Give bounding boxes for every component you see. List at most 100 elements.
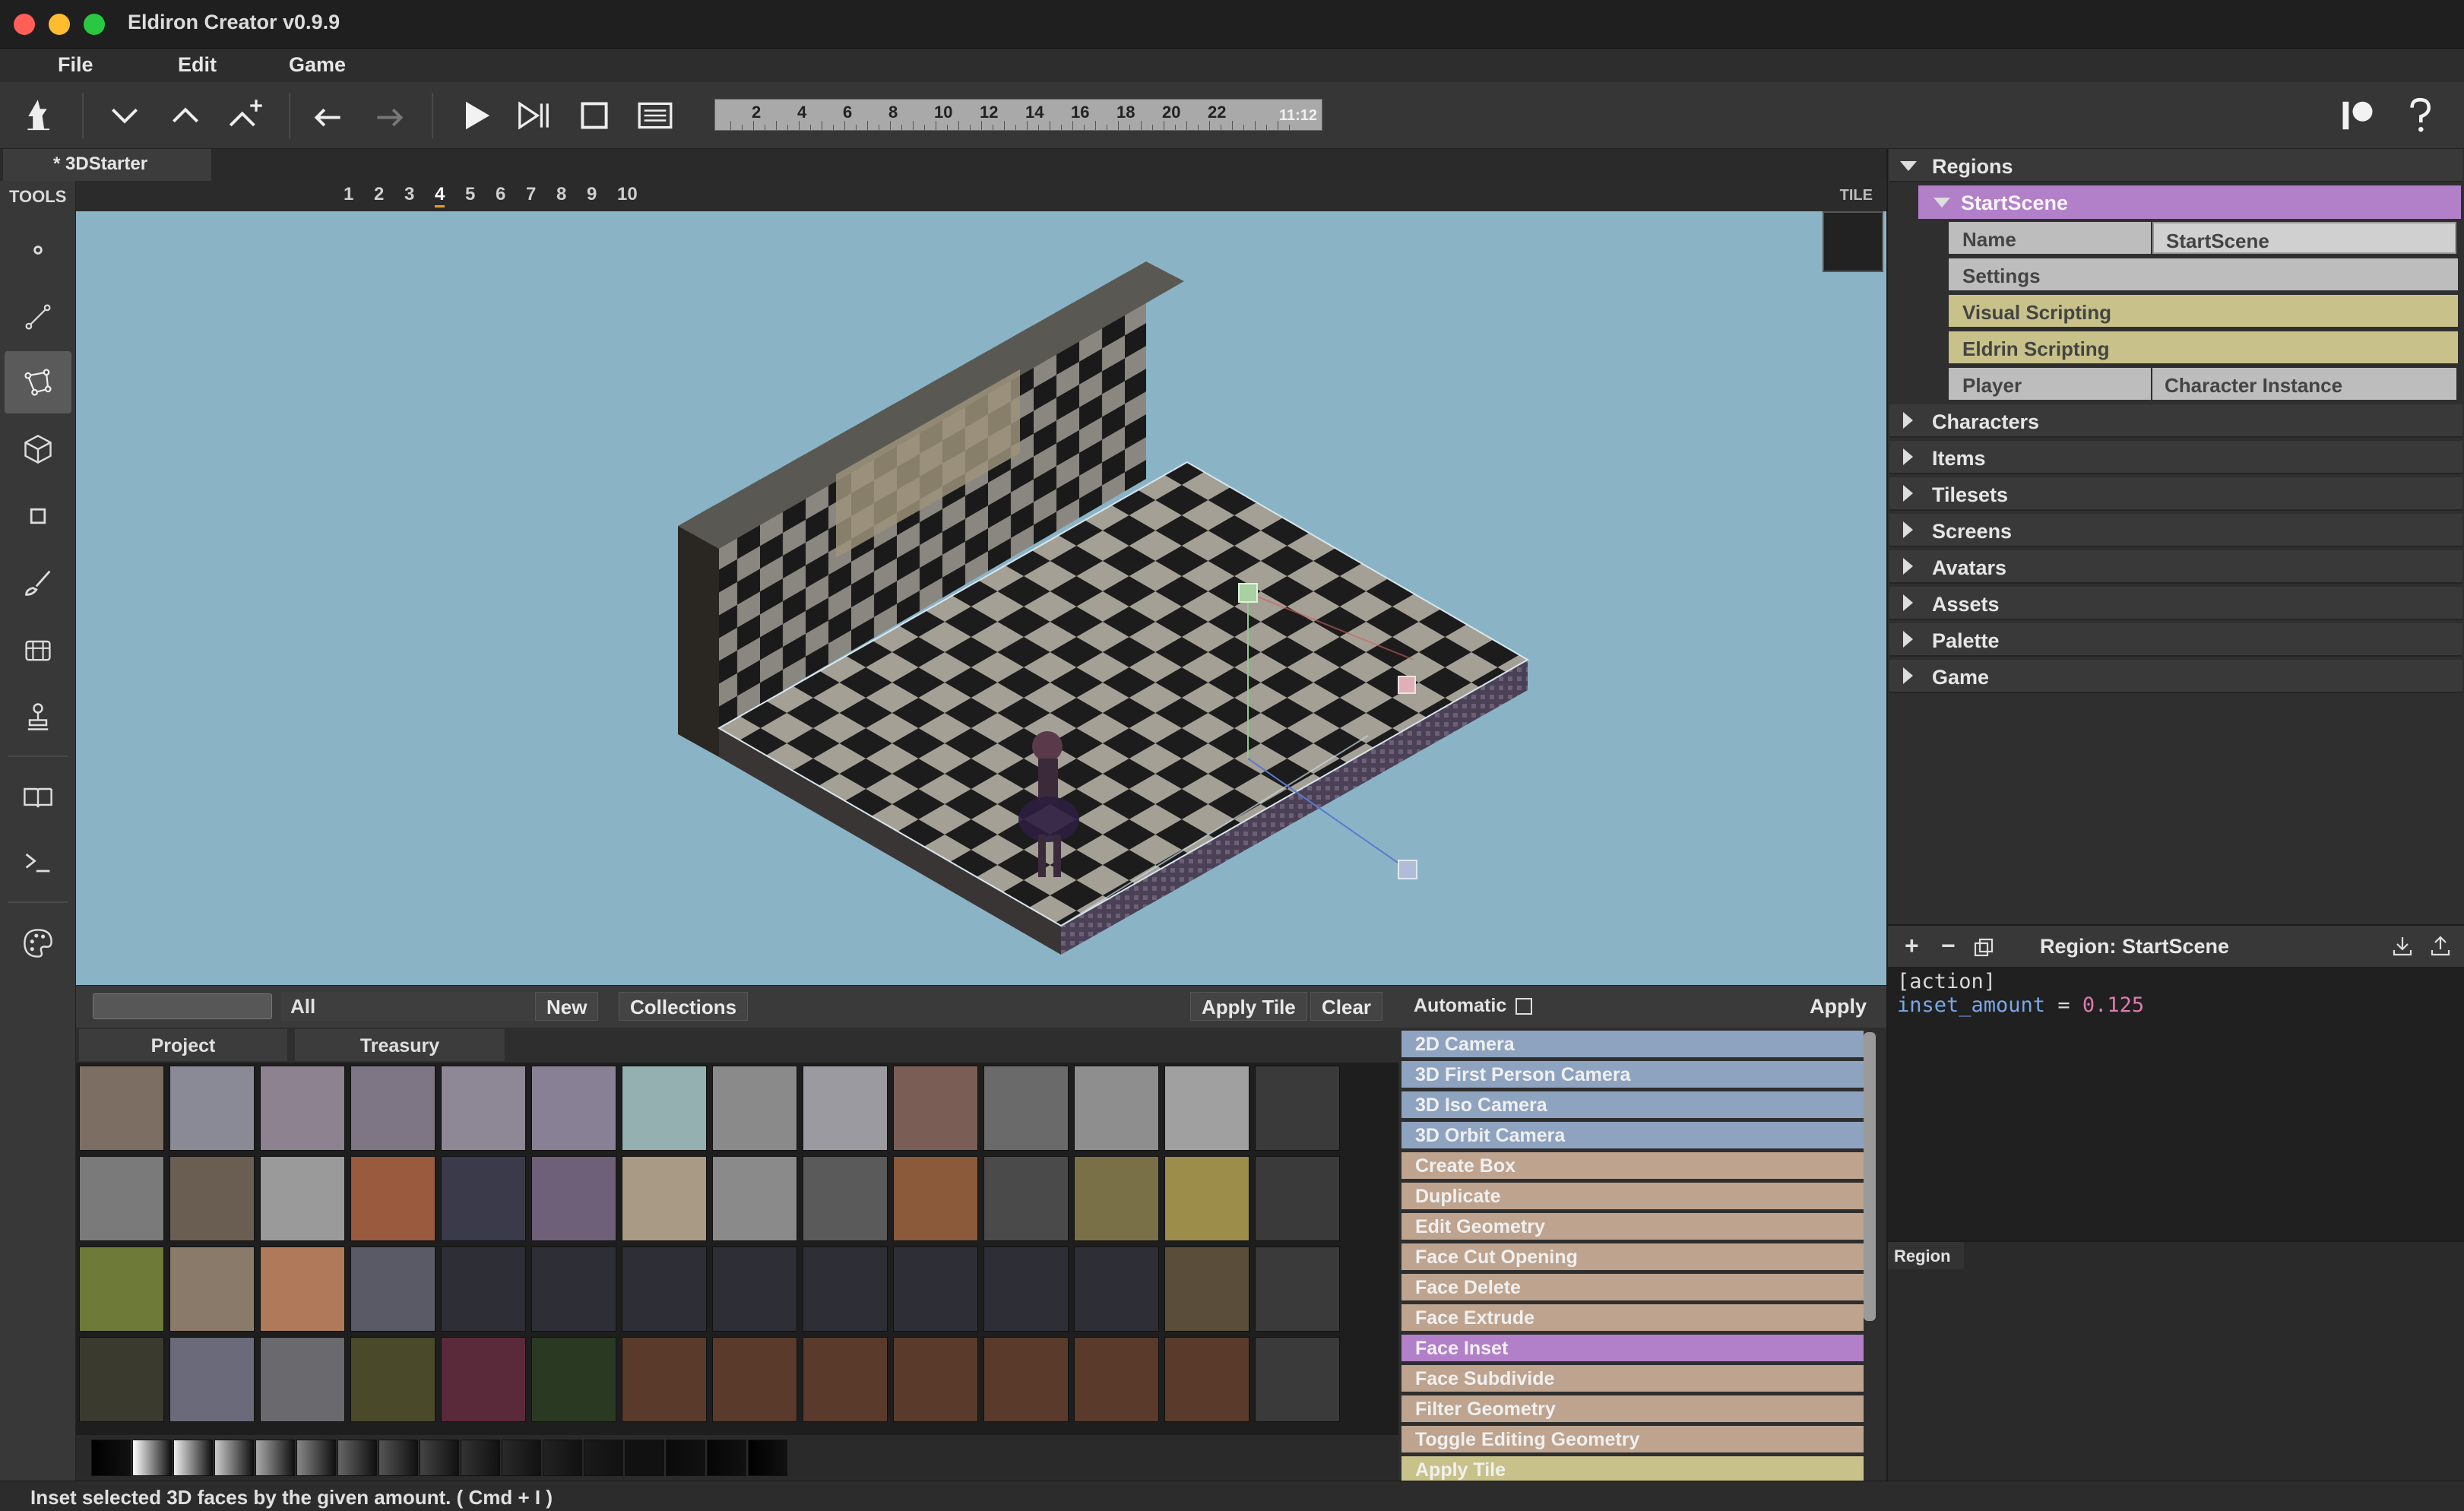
tile-thumbnail[interactable] [260, 1066, 345, 1151]
tile-thumbnail[interactable] [531, 1337, 616, 1422]
tile-thumbnail[interactable] [79, 1337, 164, 1422]
property-value[interactable]: Character Instance [2152, 368, 2456, 400]
action-face-extrude[interactable]: Face Extrude [1401, 1304, 1864, 1332]
gizmo-handle-z[interactable] [1398, 860, 1417, 879]
palette-swatch[interactable] [173, 1440, 213, 1476]
tile-thumbnail[interactable] [622, 1246, 707, 1332]
tile-thumbnail[interactable] [260, 1246, 345, 1332]
tile-thumbnail[interactable] [350, 1246, 435, 1332]
palette-swatch[interactable] [584, 1440, 623, 1476]
tree-region-startscene[interactable]: StartScene [1918, 185, 2461, 219]
patreon-icon[interactable] [2333, 91, 2382, 140]
tile-thumbnail[interactable] [350, 1066, 435, 1151]
action-3d-orbit-camera[interactable]: 3D Orbit Camera [1401, 1122, 1864, 1149]
tile-thumbnail[interactable] [441, 1066, 526, 1151]
tree-regions[interactable]: Regions [1889, 149, 2462, 182]
book-tool-button[interactable] [5, 766, 71, 828]
palette-swatch[interactable] [337, 1440, 377, 1476]
tile-thumbnail[interactable] [1074, 1066, 1159, 1151]
import-icon[interactable] [2391, 935, 2414, 964]
tile-thumbnail[interactable] [1164, 1156, 1249, 1241]
tile-thumbnail[interactable] [531, 1246, 616, 1332]
palette-swatch[interactable] [420, 1440, 459, 1476]
action-face-delete[interactable]: Face Delete [1401, 1274, 1864, 1301]
tile-thumbnail[interactable] [983, 1246, 1069, 1332]
terminal-tool-button[interactable] [5, 832, 71, 894]
tile-thumbnail[interactable] [441, 1156, 526, 1241]
palette-swatch[interactable] [666, 1440, 705, 1476]
action-list-scrollbar[interactable] [1864, 1032, 1876, 1321]
tile-thumbnail[interactable] [441, 1246, 526, 1332]
tile-thumbnail[interactable] [260, 1337, 345, 1422]
menu-game[interactable]: Game [289, 53, 346, 77]
play-icon[interactable] [451, 91, 500, 140]
sector-tool-button[interactable] [5, 351, 71, 413]
action-face-subdivide[interactable]: Face Subdivide [1401, 1365, 1864, 1392]
tile-thumbnail[interactable] [1164, 1337, 1249, 1422]
layer-4-button[interactable]: 4 [435, 184, 445, 207]
tile-thumbnail[interactable] [622, 1156, 707, 1241]
palette-swatch[interactable] [461, 1440, 500, 1476]
stamp-tool-button[interactable] [5, 686, 71, 748]
action-toggle-editing-geometry[interactable]: Toggle Editing Geometry [1401, 1426, 1864, 1453]
add-icon[interactable]: + [1905, 932, 1919, 960]
tree-screens[interactable]: Screens [1889, 514, 2462, 547]
apply-tile-button[interactable]: Apply Tile [1190, 992, 1307, 1021]
clear-button[interactable]: Clear [1310, 992, 1383, 1021]
tile-thumbnail[interactable] [712, 1246, 797, 1332]
action-face-inset[interactable]: Face Inset [1401, 1335, 1864, 1362]
tile-thumbnail[interactable] [1074, 1337, 1159, 1422]
tile-thumbnail[interactable] [169, 1066, 255, 1151]
tile-thumbnail[interactable] [79, 1246, 164, 1332]
tile-thumbnail[interactable] [1164, 1066, 1249, 1151]
tile-thumbnail[interactable] [531, 1156, 616, 1241]
tile-thumbnail[interactable] [803, 1066, 888, 1151]
tile-thumbnail[interactable] [983, 1066, 1069, 1151]
tree-characters[interactable]: Characters [1889, 404, 2462, 438]
collections-button[interactable]: Collections [619, 992, 749, 1021]
palette-swatch[interactable] [91, 1440, 131, 1476]
action-filter-geometry[interactable]: Filter Geometry [1401, 1395, 1864, 1423]
tile-thumbnail[interactable] [169, 1156, 255, 1241]
zoom-window-button[interactable] [84, 14, 105, 35]
tab-3dstarter[interactable]: * 3DStarter [3, 149, 211, 181]
tile-thumbnail[interactable] [983, 1156, 1069, 1241]
export-icon[interactable] [2429, 935, 2452, 964]
apply-action-button[interactable]: Apply [1810, 995, 1867, 1018]
chevron-up-plus-icon[interactable] [222, 91, 271, 140]
tab-treasury[interactable]: Treasury [295, 1029, 505, 1061]
property-row[interactable]: Settings [1949, 258, 2458, 292]
tile-thumbnail[interactable] [531, 1066, 616, 1151]
linedef-tool-button[interactable] [5, 286, 71, 348]
remove-icon[interactable]: − [1941, 932, 1956, 960]
action-edit-geometry[interactable]: Edit Geometry [1401, 1213, 1864, 1240]
gizmo-handle-y[interactable] [1238, 583, 1258, 603]
tree-game[interactable]: Game [1889, 660, 2462, 693]
undo-icon[interactable] [304, 91, 353, 140]
tile-thumbnail[interactable] [893, 1066, 978, 1151]
tree-palette[interactable]: Palette [1889, 623, 2462, 657]
layer-2-button[interactable]: 2 [374, 184, 384, 205]
action-apply-tile[interactable]: Apply Tile [1401, 1456, 1864, 1481]
tile-thumbnail[interactable] [169, 1337, 255, 1422]
layer-7-button[interactable]: 7 [526, 184, 536, 205]
palette-swatch[interactable] [625, 1440, 664, 1476]
help-icon[interactable] [2396, 91, 2444, 140]
new-tile-button[interactable]: New [535, 992, 599, 1021]
tile-thumbnail[interactable] [803, 1337, 888, 1422]
brush-tool-button[interactable] [5, 552, 71, 614]
tile-thumbnail[interactable] [441, 1337, 526, 1422]
tile-thumbnail[interactable] [1255, 1066, 1340, 1151]
layer-5-button[interactable]: 5 [465, 184, 475, 205]
step-play-icon[interactable] [509, 91, 558, 140]
cube-tool-button[interactable] [5, 418, 71, 480]
gizmo-handle-x[interactable] [1398, 676, 1416, 694]
property-row[interactable]: Eldrin Scripting [1949, 331, 2458, 365]
timeline-slider[interactable]: 2 4 6 8 10 12 14 16 18 20 22 11:12 [714, 99, 1322, 131]
tile-thumbnail[interactable] [350, 1156, 435, 1241]
tab-region[interactable]: Region [1888, 1242, 1964, 1269]
tile-filter-dropdown[interactable]: All [281, 992, 570, 1021]
layer-9-button[interactable]: 9 [587, 184, 597, 205]
tile-thumbnail[interactable] [712, 1156, 797, 1241]
palette-swatch[interactable] [214, 1440, 254, 1476]
